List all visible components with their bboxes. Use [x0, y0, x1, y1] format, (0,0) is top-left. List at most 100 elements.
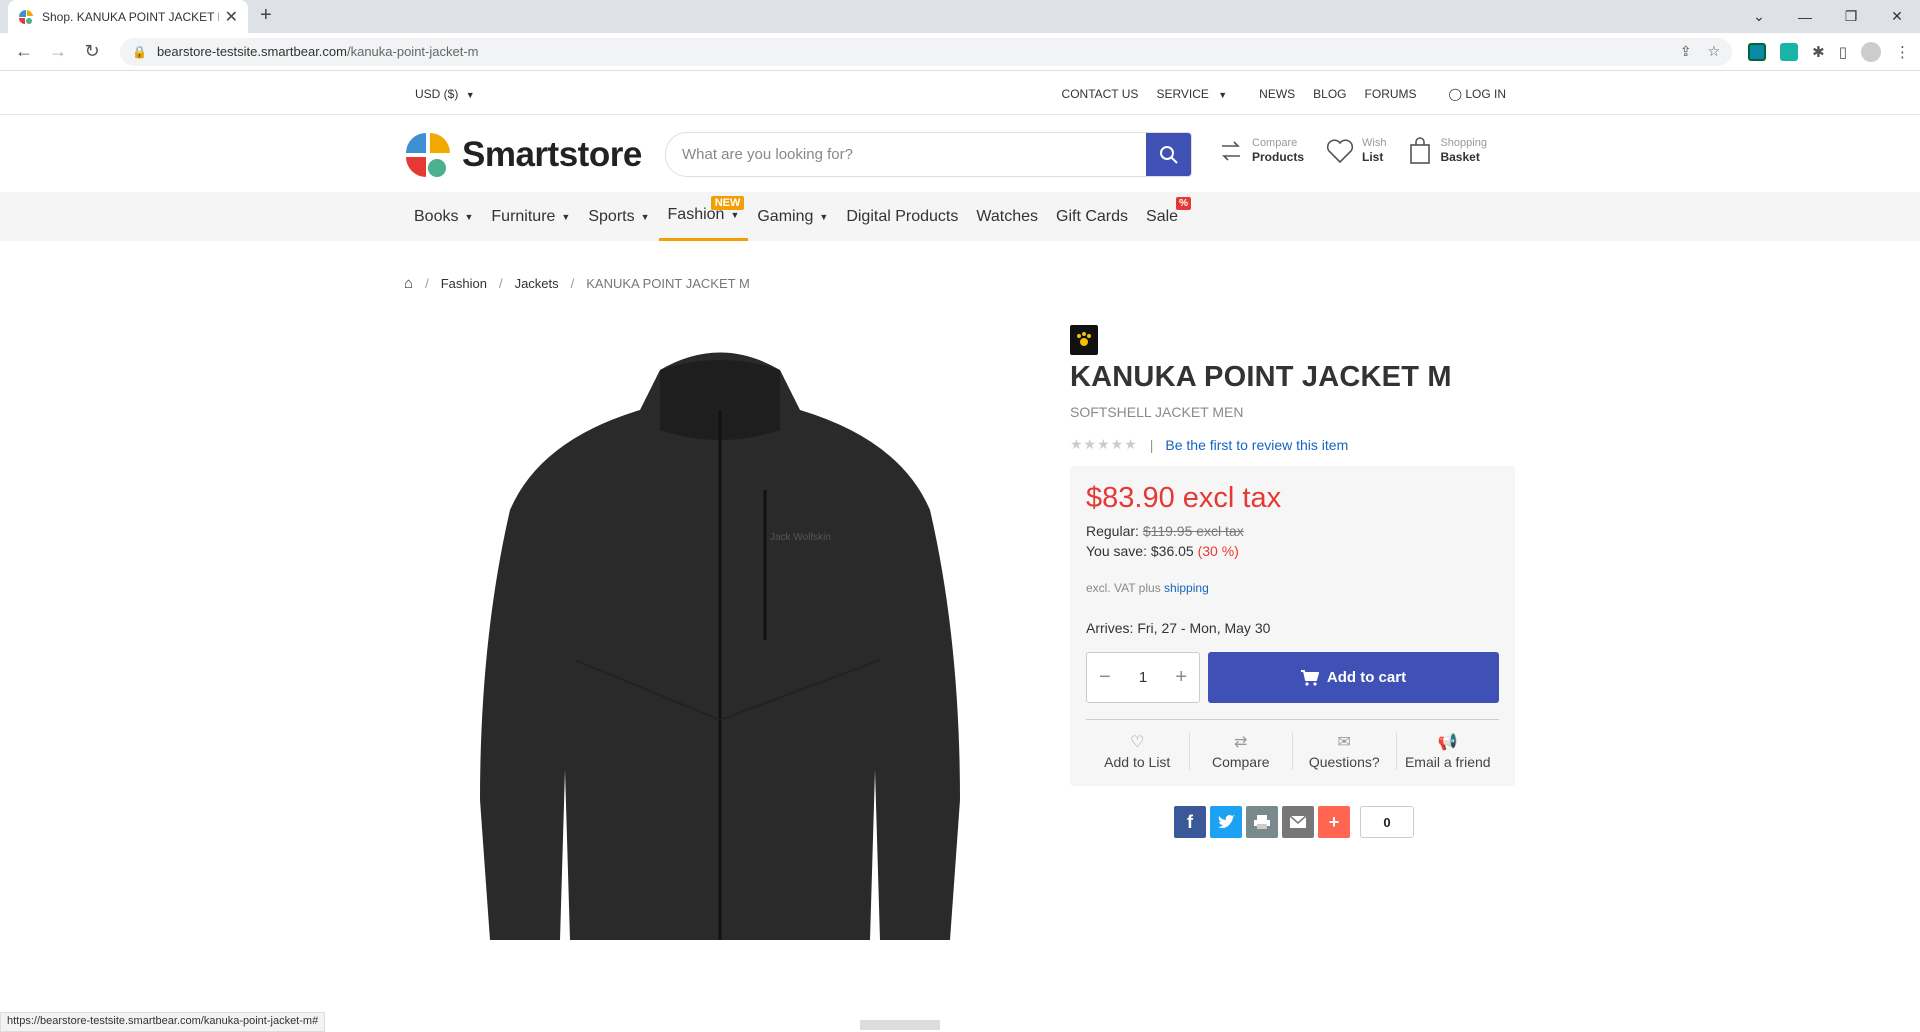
twitter-share-icon[interactable] [1210, 806, 1242, 838]
product-info: KANUKA POINT JACKET M SOFTSHELL JACKET M… [1070, 325, 1515, 838]
side-panel-icon[interactable]: ▯ [1839, 43, 1847, 61]
print-share-icon[interactable] [1246, 806, 1278, 838]
new-badge: NEW [710, 196, 745, 210]
breadcrumb-jackets[interactable]: Jackets [515, 276, 559, 291]
extension-icon[interactable] [1748, 42, 1767, 61]
regular-price: $119.95 excl tax [1142, 523, 1244, 539]
share-page-icon[interactable]: ⇪ [1680, 43, 1692, 60]
nav-watches[interactable]: Watches [967, 192, 1047, 241]
arrives-label: Arrives: [1086, 620, 1134, 636]
nav-gift-cards[interactable]: Gift Cards [1047, 192, 1137, 241]
nav-digital-products[interactable]: Digital Products [837, 192, 967, 241]
search-input[interactable] [666, 133, 1146, 176]
home-icon[interactable]: ⌂ [404, 275, 413, 292]
chevron-down-icon: ▼ [640, 211, 650, 222]
save-amount: $36.05 [1150, 543, 1194, 559]
review-link[interactable]: Be the first to review this item [1165, 437, 1348, 453]
twitter-bird-icon [1218, 815, 1235, 828]
browser-tabbar: Shop. KANUKA POINT JACKET M ✕ + ⌄ — ❐ ✕ [0, 0, 1920, 33]
profile-avatar-icon[interactable] [1861, 41, 1881, 62]
product-title: KANUKA POINT JACKET M [1070, 361, 1452, 393]
blog-link[interactable]: BLOG [1313, 87, 1346, 101]
extension-icon[interactable] [1780, 42, 1799, 61]
tab-close-icon[interactable]: ✕ [225, 7, 238, 27]
wish-list-button[interactable]: Wish List [1326, 137, 1386, 165]
login-link[interactable]: ◯ LOG IN [1449, 87, 1506, 101]
nav-sale[interactable]: Sale% [1137, 192, 1192, 241]
minus-icon[interactable]: − [1099, 666, 1111, 689]
arrives-value: Fri, 27 - Mon, May 30 [1137, 620, 1271, 636]
facebook-share-icon[interactable]: f [1174, 806, 1206, 838]
tab-title: Shop. KANUKA POINT JACKET M [42, 9, 219, 24]
forums-link[interactable]: FORUMS [1365, 87, 1417, 101]
nav-fashion[interactable]: Fashion ▼ NEW [658, 192, 749, 241]
site-header: Smartstore CompareProducts WishList Shop… [0, 115, 1920, 192]
shopping-basket-button[interactable]: Shopping Basket [1408, 137, 1487, 165]
reload-icon[interactable]: ↻ [78, 38, 106, 66]
new-tab-icon[interactable]: + [260, 4, 272, 27]
heart-icon: ♡ [1130, 734, 1145, 751]
questions-button[interactable]: ✉ Questions? [1293, 732, 1397, 770]
product-image[interactable]: Jack Wolfskin [480, 340, 960, 940]
megaphone-icon: 📢 [1437, 734, 1458, 751]
compare-icon [1222, 141, 1240, 161]
breadcrumb-fashion[interactable]: Fashion [441, 276, 487, 291]
currency-selector[interactable]: USD ($) ▼ [415, 87, 475, 101]
browser-menu-icon[interactable]: ⋮ [1895, 43, 1910, 61]
compare-line1: Compare [1252, 137, 1298, 149]
status-bar: https://bearstore-testsite.smartbear.com… [0, 1012, 326, 1032]
save-label: You save: [1086, 543, 1147, 559]
restore-icon[interactable]: ❐ [1828, 8, 1874, 25]
nav-gaming[interactable]: Gaming ▼ [748, 192, 837, 241]
price-box: $83.90 excl tax Regular: $119.95 excl ta… [1070, 466, 1515, 786]
browser-tab[interactable]: Shop. KANUKA POINT JACKET M ✕ [8, 0, 248, 33]
quantity-value[interactable]: 1 [1139, 669, 1147, 686]
search-button[interactable] [1146, 133, 1191, 176]
minimize-icon[interactable]: — [1782, 9, 1828, 25]
product-subtitle: SOFTSHELL JACKET MEN [1070, 404, 1244, 420]
contact-us-link[interactable]: CONTACT US [1062, 87, 1139, 101]
back-icon[interactable]: ← [10, 38, 38, 66]
compare-products-button[interactable]: Compare Products [1218, 137, 1304, 165]
site-logo[interactable]: Smartstore [404, 131, 642, 179]
save-percent: (30 %) [1197, 543, 1239, 559]
email-share-icon[interactable] [1282, 806, 1314, 838]
nav-furniture[interactable]: Furniture ▼ [482, 192, 579, 241]
smartstore-logo-icon [406, 133, 450, 177]
category-nav: Books ▼ Furniture ▼ Sports ▼ Fashion ▼ NEW Ga… [0, 192, 1920, 241]
news-link[interactable]: NEWS [1259, 87, 1295, 101]
chevron-down-icon: ▼ [465, 90, 475, 100]
envelope-icon: ✉ [1337, 734, 1351, 751]
add-to-cart-button[interactable]: Add to cart [1208, 652, 1499, 703]
login-label: LOG IN [1465, 87, 1506, 101]
add-to-cart-label: Add to cart [1326, 669, 1407, 686]
action-label: Add to List [1104, 754, 1171, 770]
breadcrumb-separator: / [498, 276, 503, 291]
service-label: SERVICE [1156, 87, 1209, 101]
plus-icon[interactable]: + [1175, 666, 1187, 689]
nav-sports[interactable]: Sports ▼ [579, 192, 658, 241]
email-friend-button[interactable]: 📢 Email a friend [1397, 732, 1500, 770]
product-tabs-peek [860, 1020, 940, 1030]
puzzle-icon[interactable]: ✱ [1812, 43, 1825, 61]
more-share-icon[interactable]: + [1318, 806, 1350, 838]
service-menu[interactable]: SERVICE ▼ [1156, 87, 1227, 101]
lock-icon: 🔒 [132, 44, 147, 59]
tab-search-chevron-icon[interactable]: ⌄ [1736, 8, 1782, 25]
breadcrumb: ⌂ / Fashion / Jackets / KANUKA POINT JAC… [404, 275, 750, 292]
nav-books[interactable]: Books ▼ [405, 192, 482, 241]
brand-logo[interactable] [1070, 325, 1098, 355]
forward-icon[interactable]: → [44, 38, 72, 66]
compare-button[interactable]: ⇄ Compare [1190, 732, 1293, 770]
nav-label: Digital Products [846, 207, 959, 225]
nav-label: Books [414, 207, 459, 225]
search-box [665, 132, 1192, 177]
url-field[interactable]: 🔒 bearstore-testsite.smartbear.com/kanuk… [120, 37, 1733, 66]
bookmark-star-icon[interactable]: ☆ [1708, 43, 1721, 60]
window-close-icon[interactable]: ✕ [1874, 8, 1920, 25]
delivery-estimate: Arrives: Fri, 27 - Mon, May 30 [1086, 620, 1499, 636]
rating-stars-icon: ★★★★★ [1070, 436, 1138, 452]
url-path: /kanuka-point-jacket-m [346, 44, 479, 59]
add-to-list-button[interactable]: ♡ Add to List [1086, 732, 1190, 770]
shipping-link[interactable]: shipping [1164, 581, 1209, 595]
